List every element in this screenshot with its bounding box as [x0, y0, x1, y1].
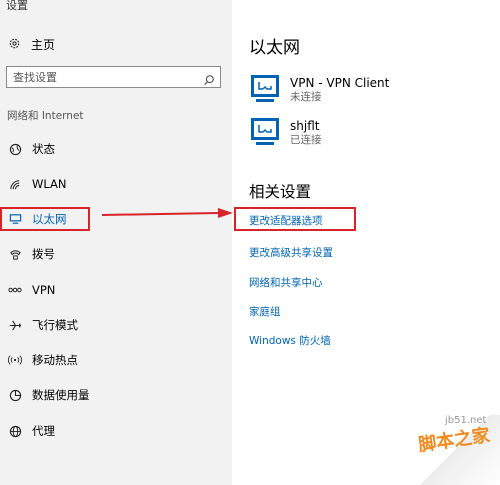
- gear-icon: [8, 35, 21, 54]
- link-windows-firewall[interactable]: Windows 防火墙: [249, 333, 331, 348]
- connection-status: 未连接: [290, 90, 322, 103]
- home-label: 主页: [31, 37, 56, 52]
- sidebar-item-label: 飞行模式: [32, 318, 78, 332]
- sidebar-item-hotspot[interactable]: 移动热点: [0, 346, 232, 374]
- connection-name: VPN - VPN Client: [290, 75, 390, 90]
- airplane-icon: [8, 318, 22, 332]
- status-globe-icon: [8, 142, 22, 156]
- sidebar-item-label: 移动热点: [32, 353, 78, 367]
- dialup-icon: [8, 247, 22, 261]
- related-settings-title: 相关设置: [249, 183, 312, 201]
- data-usage-icon: [8, 388, 22, 402]
- search-input[interactable]: [7, 67, 203, 87]
- home-nav-item[interactable]: 主页: [8, 35, 55, 53]
- app-title: 设置: [6, 0, 28, 12]
- connection-name: shjflt: [290, 118, 320, 133]
- sidebar-item-wlan[interactable]: WLAN: [0, 170, 232, 198]
- connection-status: 已连接: [290, 133, 322, 146]
- sidebar-item-label: VPN: [32, 283, 56, 297]
- proxy-globe-icon: [8, 424, 22, 438]
- section-label: 网络和 Internet: [7, 110, 84, 122]
- sidebar-item-data-usage[interactable]: 数据使用量: [0, 381, 232, 409]
- sidebar-item-label: 拨号: [32, 247, 55, 261]
- monitor-network-icon: [250, 73, 280, 107]
- vpn-icon: [8, 283, 22, 297]
- sidebar-item-label: 代理: [32, 424, 55, 438]
- sidebar-item-vpn[interactable]: VPN: [0, 276, 232, 304]
- page-title: 以太网: [249, 38, 300, 58]
- sidebar-item-status[interactable]: 状态: [0, 135, 232, 163]
- hotspot-icon: [8, 353, 22, 367]
- sidebar-item-proxy[interactable]: 代理: [0, 417, 232, 445]
- connection-item-shjflt[interactable]: shjflt 已连接: [250, 115, 322, 151]
- wifi-icon: [8, 177, 22, 191]
- sidebar-item-dialup[interactable]: 拨号: [0, 240, 232, 268]
- search-icon[interactable]: [203, 71, 215, 90]
- link-advanced-sharing-settings[interactable]: 更改高级共享设置: [249, 245, 333, 260]
- search-box[interactable]: [6, 66, 221, 88]
- annotation-arrow-icon: [101, 208, 233, 218]
- sidebar-item-label: 状态: [32, 142, 55, 156]
- monitor-network-icon: [250, 116, 280, 150]
- annotation-highlight-ethernet: [0, 207, 90, 231]
- sidebar-item-airplane[interactable]: 飞行模式: [0, 311, 232, 339]
- link-network-sharing-center[interactable]: 网络和共享中心: [249, 275, 323, 290]
- link-change-adapter-options[interactable]: 更改适配器选项: [249, 213, 323, 228]
- sidebar-item-label: WLAN: [32, 177, 67, 191]
- connection-item-vpn[interactable]: VPN - VPN Client 未连接: [250, 72, 389, 108]
- link-homegroup[interactable]: 家庭组: [249, 304, 281, 319]
- sidebar-item-label: 数据使用量: [32, 388, 90, 402]
